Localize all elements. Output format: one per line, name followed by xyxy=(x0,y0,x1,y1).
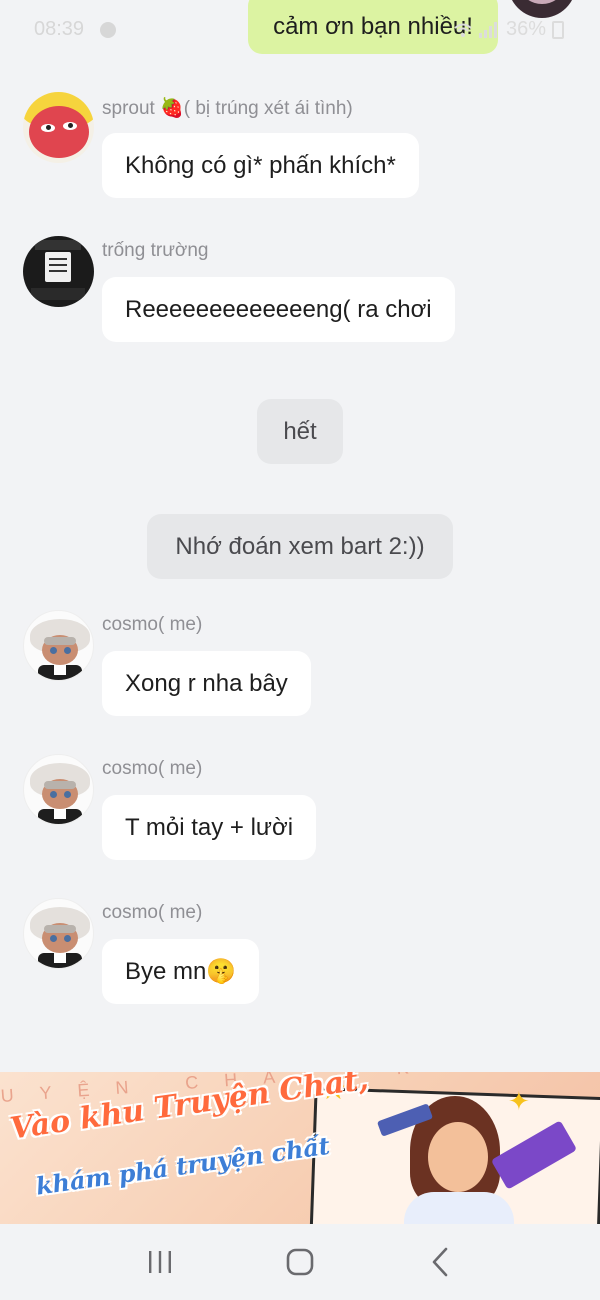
back-icon xyxy=(432,1247,448,1277)
system-message: hết xyxy=(257,399,343,464)
message-bubble[interactable]: Bye mn🤫 xyxy=(102,939,260,1004)
system-message-text: Nhớ đoán xem bart 2:)) xyxy=(175,532,425,560)
cosmo-avatar[interactable] xyxy=(23,610,94,681)
message-text: Không có gì* phấn khích* xyxy=(125,151,396,179)
status-time: 08:39 xyxy=(34,18,85,40)
sprout-avatar[interactable] xyxy=(23,92,94,163)
promo-banner[interactable]: UYỆN CHAT, KHÁM PHÁ ★ ✦ Vào khu Truyện C… xyxy=(0,1072,600,1224)
message-bubble[interactable]: Xong r nha bây xyxy=(102,651,311,716)
home-button[interactable] xyxy=(276,1238,324,1286)
message-text: T mỏi tay + lười xyxy=(125,813,294,841)
message-bubble[interactable]: Không có gì* phấn khích* xyxy=(102,133,419,198)
cosmo-avatar[interactable] xyxy=(23,754,94,825)
recent-apps-button[interactable] xyxy=(136,1238,184,1286)
system-message-text: hết xyxy=(283,417,317,445)
sender-name: sprout 🍓( bị trúng xét ái tình) xyxy=(102,98,353,119)
message-bubble[interactable]: Reeeeeeeeeeeeeng( ra chơi xyxy=(102,277,455,342)
cosmo-avatar[interactable] xyxy=(23,898,94,969)
message-text: Reeeeeeeeeeeeeng( ra chơi xyxy=(125,295,432,323)
sender-name: cosmo( me) xyxy=(102,614,203,635)
battery-percent: 36% xyxy=(505,18,546,40)
system-navigation-bar xyxy=(0,1224,600,1300)
sparkle-icon: ✦ xyxy=(508,1086,530,1116)
message-bubble[interactable]: T mỏi tay + lười xyxy=(102,795,317,860)
banner-subtitle: khám phá truyện chất xyxy=(34,1130,332,1201)
status-indicators: 36% xyxy=(454,18,564,41)
status-bar: 08:39 36% xyxy=(0,0,600,62)
battery-icon xyxy=(552,20,564,39)
signal-icon xyxy=(478,21,497,38)
home-icon xyxy=(286,1248,314,1276)
wifi-icon xyxy=(454,23,472,37)
message-text: Bye mn🤫 xyxy=(125,958,237,985)
back-button[interactable] xyxy=(416,1238,464,1286)
sender-name: trống trường xyxy=(102,240,209,261)
drum-avatar[interactable] xyxy=(23,236,94,307)
sender-name: cosmo( me) xyxy=(102,758,203,779)
messenger-notification-icon xyxy=(100,22,116,38)
sender-name: cosmo( me) xyxy=(102,902,203,923)
message-text: Xong r nha bây xyxy=(125,669,288,697)
system-message: Nhớ đoán xem bart 2:)) xyxy=(147,514,453,579)
recent-apps-icon xyxy=(149,1251,171,1273)
